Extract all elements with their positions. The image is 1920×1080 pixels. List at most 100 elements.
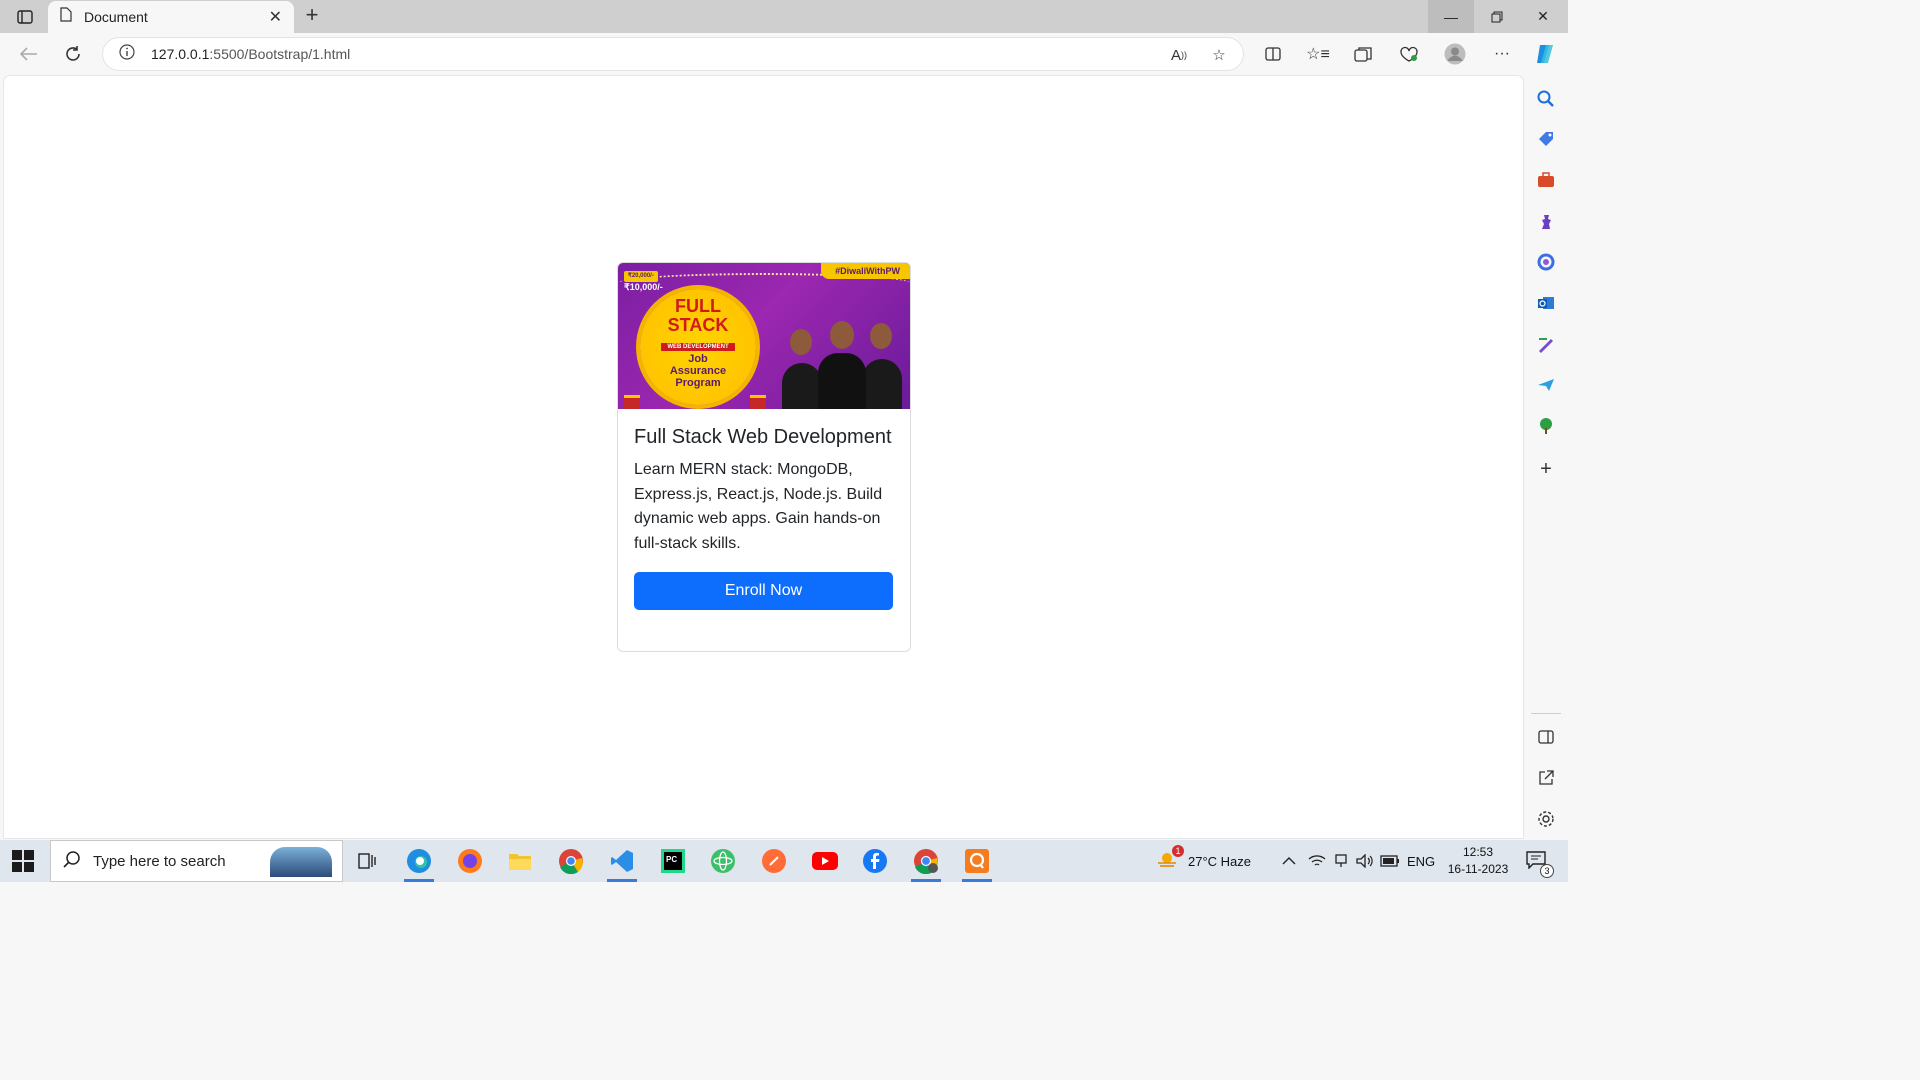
page-icon — [60, 7, 72, 27]
hide-sidebar-icon[interactable] — [1535, 726, 1557, 748]
profile-avatar[interactable] — [1440, 40, 1470, 68]
badge-line-5: Program — [675, 377, 721, 389]
notification-count-badge: 3 — [1540, 863, 1554, 878]
copilot-icon[interactable] — [1530, 40, 1560, 68]
badge-subtitle: WEB DEVELOPMENT — [661, 343, 735, 351]
instructor-figure — [818, 353, 866, 409]
performance-icon[interactable] — [1394, 40, 1424, 68]
search-icon[interactable] — [1535, 88, 1557, 110]
tab-document[interactable]: Document ✕ — [48, 1, 294, 33]
instructor-figure — [862, 359, 902, 409]
gift-box-icon — [624, 395, 640, 409]
shopping-tag-icon[interactable] — [1535, 128, 1557, 150]
firefox-app-icon[interactable] — [455, 846, 485, 876]
address-bar[interactable]: 127.0.0.1:5500/Bootstrap/1.html A)) ☆ — [102, 37, 1244, 71]
more-menu-icon[interactable]: ··· — [1487, 40, 1517, 68]
display-icon[interactable] — [1333, 840, 1349, 882]
badge-line-1: FULL — [675, 296, 721, 316]
collections-icon[interactable] — [1348, 40, 1378, 68]
refresh-icon[interactable] — [58, 40, 88, 68]
clock-time: 12:53 — [1462, 845, 1494, 859]
split-screen-icon[interactable] — [1258, 40, 1288, 68]
close-tab-icon[interactable]: ✕ — [269, 7, 282, 27]
search-placeholder: Type here to search — [93, 852, 226, 870]
taskbar-search[interactable]: Type here to search — [50, 840, 343, 882]
file-explorer-icon[interactable] — [505, 846, 535, 876]
pycharm-app-icon[interactable]: PC — [658, 846, 688, 876]
url-text: 127.0.0.1:5500/Bootstrap/1.html — [151, 46, 350, 62]
badge-line-4: Assurance — [669, 365, 727, 377]
games-chess-icon[interactable] — [1535, 210, 1557, 232]
tab-actions-icon[interactable] — [8, 3, 42, 31]
price-tag: ₹20,000/- ₹10,000/- — [624, 269, 663, 293]
chrome-app-icon[interactable] — [556, 846, 586, 876]
search-icon — [63, 850, 81, 873]
favorite-star-icon[interactable]: ☆ — [1207, 44, 1231, 66]
notifications-icon[interactable]: 3 — [1526, 840, 1554, 882]
outlook-icon[interactable] — [1535, 292, 1557, 314]
course-banner-image: #DiwaliWithPW ₹20,000/- ₹10,000/- FULL S… — [618, 263, 910, 409]
weather-haze-icon: 1 — [1156, 844, 1184, 872]
weather-text: 27°C Haze — [1188, 853, 1252, 869]
instructors-photo — [778, 321, 906, 409]
clock[interactable]: 12:53 16-11-2023 — [1440, 844, 1516, 878]
send-icon[interactable] — [1535, 374, 1557, 396]
read-aloud-icon[interactable]: A)) — [1167, 44, 1191, 66]
edge-app-icon[interactable] — [404, 846, 434, 882]
card-description: Learn MERN stack: MongoDB, Express.js, R… — [634, 461, 883, 552]
url-host: 127.0.0.1 — [151, 46, 210, 62]
browser-toolbar: 127.0.0.1:5500/Bootstrap/1.html A)) ☆ ☆≡… — [0, 33, 1568, 75]
weather-widget[interactable]: 1 27°C Haze — [1156, 840, 1251, 882]
close-window-button[interactable]: ✕ — [1520, 0, 1566, 33]
full-stack-badge: FULL STACK WEB DEVELOPMENT Job Assurance… — [640, 289, 756, 405]
clock-date: 16-11-2023 — [1447, 862, 1509, 876]
tree-icon[interactable] — [1535, 415, 1557, 437]
hashtag-label: #DiwaliWithPW — [821, 263, 910, 279]
favorites-icon[interactable]: ☆≡ — [1303, 40, 1333, 68]
facebook-app-icon[interactable] — [860, 846, 890, 876]
vscode-app-icon[interactable] — [607, 846, 637, 882]
atom-app-icon[interactable] — [708, 846, 738, 876]
page-viewport: #DiwaliWithPW ₹20,000/- ₹10,000/- FULL S… — [4, 76, 1523, 838]
battery-icon[interactable] — [1380, 840, 1400, 882]
chrome-profile-app-icon[interactable] — [911, 846, 941, 882]
windows-start-icon[interactable] — [12, 850, 34, 872]
add-icon[interactable]: + — [1535, 458, 1557, 480]
title-bar: Document ✕ + — ✕ — [0, 0, 1568, 33]
qbittorrent-app-icon[interactable] — [962, 846, 992, 882]
url-path: :5500/Bootstrap/1.html — [209, 46, 351, 62]
card-title: Full Stack Web Development — [634, 426, 892, 448]
instructor-figure — [782, 363, 822, 409]
svg-text:PC: PC — [666, 855, 677, 864]
weather-alert-badge: 1 — [1172, 844, 1184, 857]
site-info-icon[interactable] — [119, 43, 135, 65]
back-icon[interactable] — [14, 40, 44, 68]
postman-app-icon[interactable] — [759, 846, 789, 876]
minimize-button[interactable]: — — [1428, 0, 1474, 33]
language-indicator[interactable]: ENG — [1407, 840, 1435, 882]
windows-taskbar: Type here to search PC 1 27°C Haze ENG 1… — [0, 840, 1568, 882]
show-hidden-icons[interactable] — [1282, 840, 1296, 882]
tools-briefcase-icon[interactable] — [1535, 169, 1557, 191]
restore-button[interactable] — [1474, 0, 1520, 33]
settings-gear-icon[interactable] — [1535, 808, 1557, 830]
microsoft-365-icon[interactable] — [1535, 251, 1557, 273]
new-tab-icon[interactable]: + — [300, 4, 324, 28]
search-highlight-image — [270, 847, 332, 877]
wifi-icon[interactable] — [1308, 840, 1326, 882]
badge-line-3: Job — [688, 353, 708, 365]
tab-title: Document — [84, 9, 148, 25]
current-price: ₹10,000/- — [624, 282, 663, 292]
volume-icon[interactable] — [1356, 840, 1374, 882]
enroll-now-button[interactable]: Enroll Now — [634, 572, 893, 610]
edge-sidebar: + — [1524, 76, 1568, 838]
task-view-icon[interactable] — [352, 846, 382, 876]
card-body: Full Stack Web Development Learn MERN st… — [618, 409, 910, 610]
course-card: #DiwaliWithPW ₹20,000/- ₹10,000/- FULL S… — [617, 262, 911, 652]
instructor-figure — [830, 321, 854, 349]
instructor-figure — [790, 329, 812, 355]
youtube-app-icon[interactable] — [810, 846, 840, 876]
external-link-icon[interactable] — [1535, 767, 1557, 789]
instructor-figure — [870, 323, 892, 349]
designer-icon[interactable] — [1535, 333, 1557, 355]
